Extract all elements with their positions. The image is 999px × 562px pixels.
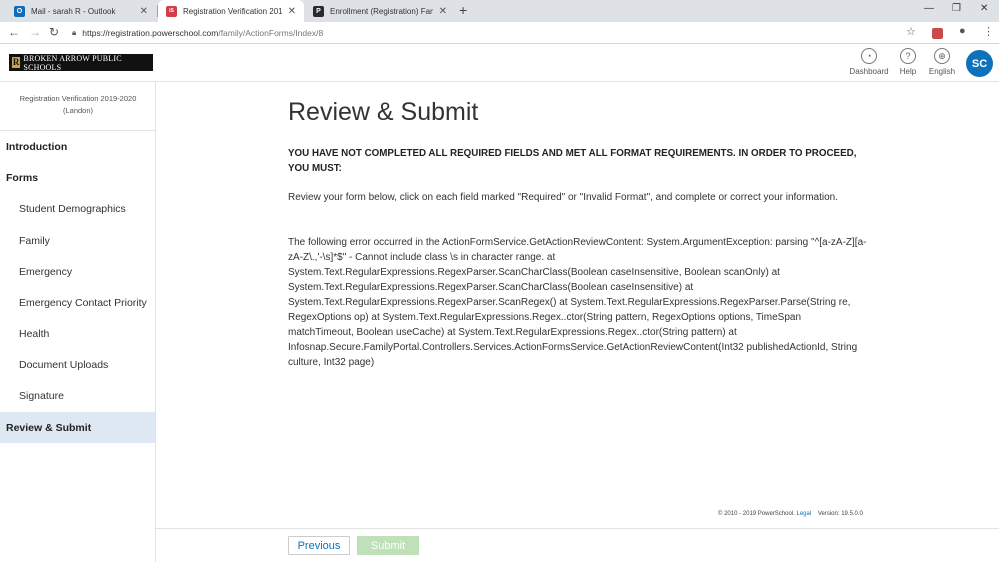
menu-kebab-icon[interactable]: ⋮ <box>983 25 994 38</box>
dashboard-label: Dashboard <box>849 67 889 76</box>
powerschool-icon: P <box>313 5 324 17</box>
outlook-icon: O <box>14 5 25 17</box>
main-content: Review & Submit YOU HAVE NOT COMPLETED A… <box>156 82 999 562</box>
help-label: Help <box>899 67 917 76</box>
lock-icon: 🔒︎ <box>72 28 77 37</box>
validation-warning: YOU HAVE NOT COMPLETED ALL REQUIRED FIEL… <box>288 148 857 174</box>
sidebar-item-document-uploads[interactable]: Document Uploads <box>0 349 155 380</box>
close-icon[interactable]: ✕ <box>288 6 296 17</box>
sidebar-item-signature[interactable]: Signature <box>0 380 155 411</box>
sidebar-item-student-demographics[interactable]: Student Demographics <box>0 193 155 224</box>
close-icon[interactable]: ✕ <box>439 6 447 17</box>
logo-mark: R <box>12 57 21 68</box>
reload-icon[interactable]: ↻ <box>49 25 59 39</box>
profile-icon[interactable]: ● <box>959 25 966 37</box>
url-path: /family/ActionForms/Index/8 <box>218 28 324 38</box>
close-window-icon[interactable]: ✕ <box>980 3 988 14</box>
dashboard-link[interactable]: ◔ Dashboard <box>847 48 891 76</box>
avatar[interactable]: SC <box>966 50 993 77</box>
form-title: Registration Verification 2019-2020 (Lan… <box>19 94 137 115</box>
pdf-extension-icon[interactable] <box>932 28 943 39</box>
close-icon[interactable]: ✕ <box>140 6 148 17</box>
dashboard-gauge-icon: ◔ <box>861 48 877 64</box>
url-field[interactable]: 🔒︎ https://registration.powerschool.com /… <box>72 25 892 41</box>
copyright-footer: © 2010 - 2019 PowerSchool. Legal Version… <box>718 511 863 517</box>
tab-title: Mail - sarah R - Outlook <box>31 6 116 16</box>
submit-button[interactable]: Submit <box>357 536 419 555</box>
address-bar: ← → ↻ 🔒︎ https://registration.powerschoo… <box>0 22 999 44</box>
district-logo: R BROKEN ARROW PUBLIC SCHOOLS <box>9 53 153 72</box>
tab-title: Enrollment (Registration) Family <box>330 6 433 16</box>
restore-icon[interactable]: ❐ <box>952 3 961 14</box>
sidebar-item-health[interactable]: Health <box>0 318 155 349</box>
browser-tab-enrollment[interactable]: P Enrollment (Registration) Family ✕ <box>305 0 455 22</box>
version-text: Version: 19.5.0.0 <box>817 511 863 517</box>
sidebar-item-emergency-contact-priority[interactable]: Emergency Contact Priority <box>0 287 155 318</box>
sidebar: Registration Verification 2019-2020 (Lan… <box>0 82 156 562</box>
copyright-text: © 2010 - 2019 PowerSchool. <box>718 511 795 517</box>
sidebar-item-family[interactable]: Family <box>0 225 155 256</box>
minimize-icon[interactable]: — <box>924 3 934 14</box>
browser-tab-outlook[interactable]: O Mail - sarah R - Outlook ✕ <box>6 0 156 22</box>
url-host: https://registration.powerschool.com <box>82 28 219 38</box>
browser-tab-strip: O Mail - sarah R - Outlook ✕ iS Registra… <box>0 0 999 22</box>
sidebar-item-emergency[interactable]: Emergency <box>0 256 155 287</box>
bookmark-star-icon[interactable]: ☆ <box>906 25 916 38</box>
logo-text: BROKEN ARROW PUBLIC SCHOOLS <box>23 53 122 72</box>
forward-icon[interactable]: → <box>29 25 41 39</box>
tab-title: Registration Verification 2019-20 <box>183 6 282 16</box>
browser-tab-registration[interactable]: iS Registration Verification 2019-20 ✕ <box>158 0 304 22</box>
previous-button[interactable]: Previous <box>288 536 350 555</box>
globe-icon: ⊕ <box>934 48 950 64</box>
review-instructions: Review your form below, click on each fi… <box>288 192 838 203</box>
footer-divider <box>156 528 999 529</box>
page-title: Review & Submit <box>288 98 479 126</box>
sidebar-item-introduction[interactable]: Introduction <box>0 131 155 162</box>
language-link[interactable]: ⊕ English <box>920 48 964 76</box>
error-message: The following error occurred in the Acti… <box>288 237 867 368</box>
sidebar-item-forms[interactable]: Forms <box>0 162 155 193</box>
infosnap-icon: iS <box>166 5 177 17</box>
sidebar-item-review-submit[interactable]: Review & Submit <box>0 412 155 443</box>
legal-link[interactable]: Legal <box>796 511 811 517</box>
help-icon: ? <box>900 48 916 64</box>
new-tab-button[interactable]: + <box>459 2 467 18</box>
language-label: English <box>928 67 956 76</box>
back-icon[interactable]: ← <box>8 25 20 39</box>
